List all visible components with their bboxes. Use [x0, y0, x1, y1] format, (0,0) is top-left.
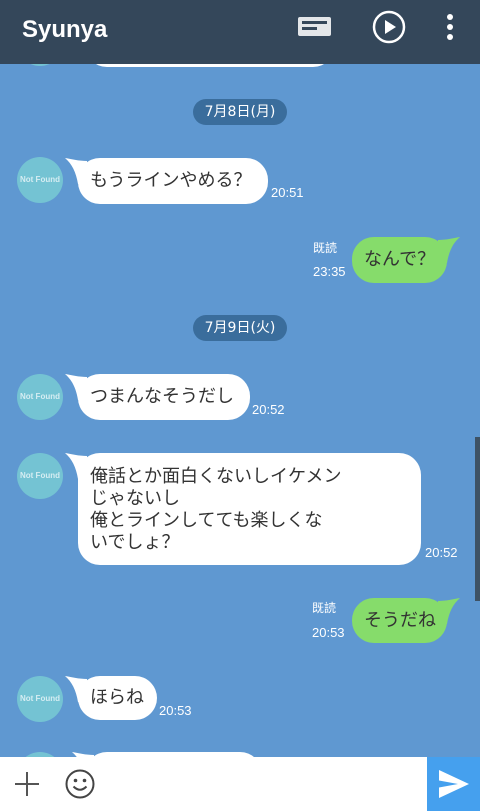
message-bubble-incoming[interactable]: 俺話とか面白くないしイケメン じゃないし 俺とラインしてても楽しくな いでしょ？	[65, 453, 421, 565]
date-separator: 7月9日(火)	[193, 315, 287, 341]
message-text: そうだね	[364, 610, 436, 631]
chat-area[interactable]: 7月8日(月) Not Found もうラインやめる？ 20:51 既読 23:…	[0, 0, 480, 802]
message-time: 20:52	[252, 402, 285, 417]
send-button[interactable]	[427, 757, 480, 811]
avatar-placeholder-label: Not Found	[20, 175, 60, 184]
send-icon	[439, 770, 469, 798]
message-bubble-outgoing[interactable]: そうだね	[352, 598, 460, 643]
message-text-line: じゃないし	[90, 488, 180, 509]
date-separator: 7月8日(月)	[193, 99, 287, 125]
notes-icon[interactable]	[297, 16, 332, 38]
message-time: 20:52	[425, 545, 458, 560]
avatar[interactable]: Not Found	[17, 374, 63, 420]
read-receipt: 既読	[312, 601, 337, 615]
bubble-tail	[65, 374, 87, 400]
bubble-tail	[65, 676, 87, 702]
message-input[interactable]	[108, 765, 414, 803]
message-text: もうラインやめる？	[90, 170, 252, 191]
chat-title: Syunya	[22, 16, 108, 43]
bubble-tail	[438, 237, 460, 263]
smiley-icon[interactable]	[64, 768, 96, 800]
bubble-tail	[438, 598, 460, 624]
avatar[interactable]: Not Found	[17, 157, 63, 203]
avatar[interactable]: Not Found	[17, 676, 63, 722]
message-bubble-incoming[interactable]: ほらね	[65, 676, 157, 720]
message-text-line: 俺とラインしてても楽しくな	[90, 510, 323, 531]
plus-icon[interactable]	[13, 770, 41, 798]
message-text: ほらね	[90, 687, 144, 708]
message-text-line: いでしょ？	[90, 532, 180, 553]
avatar-placeholder-label: Not Found	[20, 392, 60, 401]
scrollbar-thumb[interactable]	[475, 437, 480, 601]
message-text: つまんなそうだし	[90, 386, 234, 407]
more-vertical-icon[interactable]	[445, 11, 455, 43]
message-bubble-incoming[interactable]: つまんなそうだし	[65, 374, 250, 420]
avatar[interactable]: Not Found	[17, 453, 63, 499]
bubble-tail	[65, 453, 87, 479]
bubble-tail	[65, 158, 87, 184]
avatar-placeholder-label: Not Found	[20, 694, 60, 703]
message-bubble-incoming[interactable]: もうラインやめる？	[65, 158, 268, 204]
message-bubble-outgoing[interactable]: なんで？	[352, 237, 460, 283]
chat-header: Syunya	[0, 0, 480, 64]
message-time: 20:53	[312, 625, 345, 640]
message-time: 20:53	[159, 703, 192, 718]
play-circle-icon[interactable]	[372, 10, 406, 44]
message-input-bar	[0, 757, 480, 811]
chat-screen: Syunya 7月8日(月) Not Found もうラインやめる？ 20:51	[0, 0, 480, 811]
read-receipt: 既読	[313, 241, 338, 255]
message-time: 20:51	[271, 185, 304, 200]
message-text: なんで？	[364, 249, 436, 270]
message-text-line: 俺話とか面白くないしイケメン	[90, 466, 342, 487]
avatar-placeholder-label: Not Found	[20, 471, 60, 480]
message-time: 23:35	[313, 264, 346, 279]
